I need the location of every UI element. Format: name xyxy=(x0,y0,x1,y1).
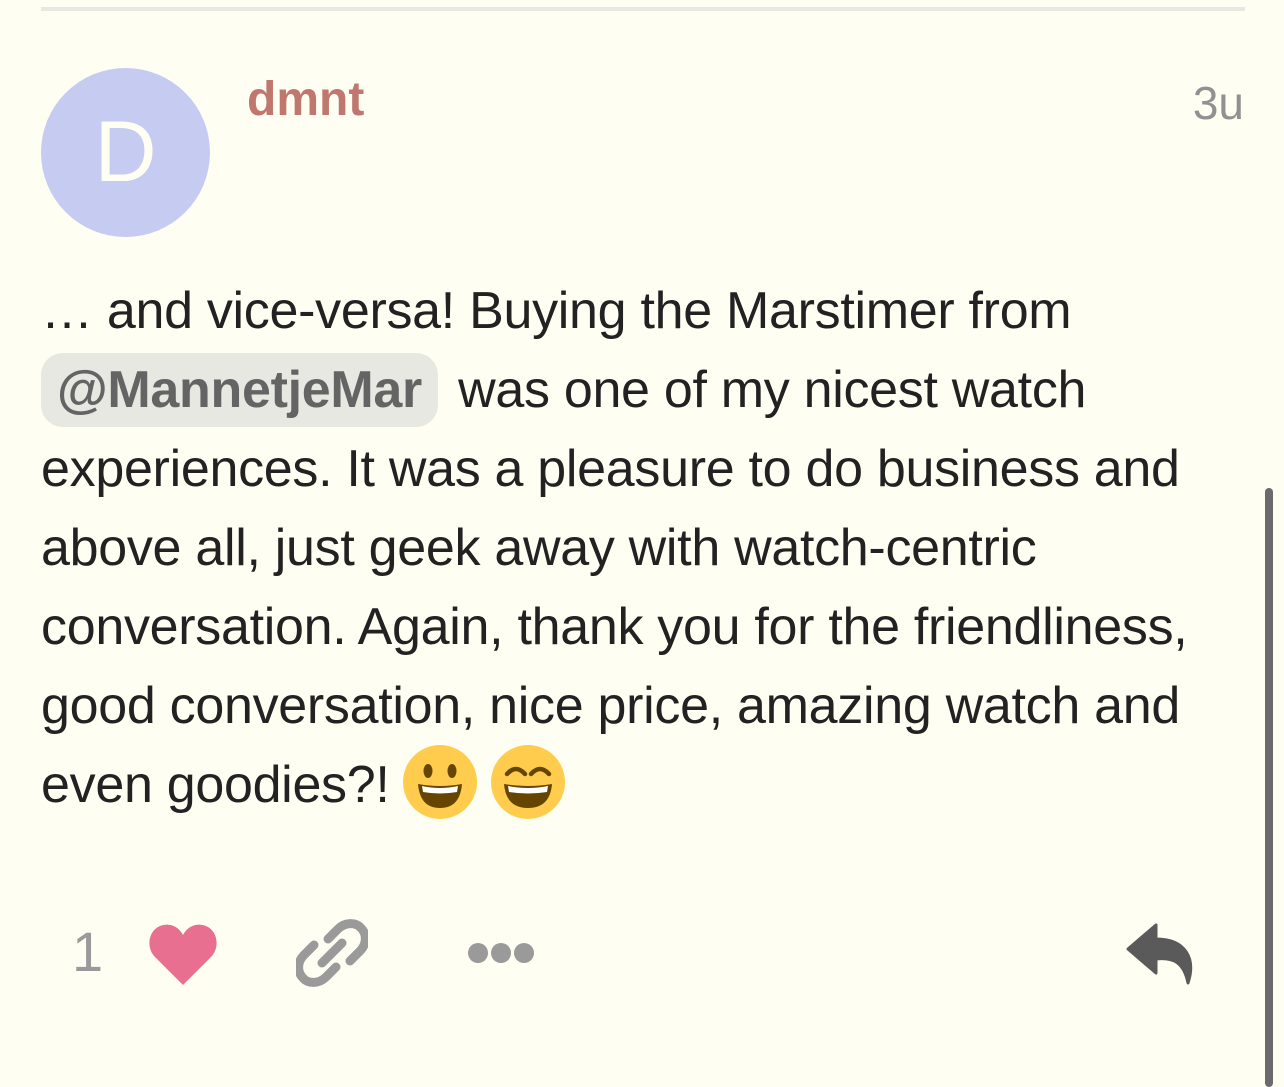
heart-icon[interactable] xyxy=(148,921,218,987)
smiley-emoji xyxy=(402,744,478,820)
post-text-before-mention: … and vice-versa! Buying the Marstimer f… xyxy=(41,282,1072,340)
post-username[interactable]: dmnt xyxy=(247,72,364,127)
link-icon[interactable] xyxy=(294,917,370,989)
post-divider xyxy=(41,7,1245,11)
user-mention[interactable]: @MannetjeMar xyxy=(41,353,438,427)
post-actions: 1 xyxy=(0,915,1284,995)
post-age[interactable]: 3u xyxy=(1193,76,1244,130)
ellipsis-icon[interactable] xyxy=(466,935,536,971)
reply-icon[interactable] xyxy=(1126,921,1198,987)
like-count[interactable]: 1 xyxy=(72,919,103,984)
avatar[interactable]: D xyxy=(41,68,210,237)
smile-emoji xyxy=(490,744,566,820)
avatar-initial: D xyxy=(94,104,157,200)
post-body: … and vice-versa! Buying the Marstimer f… xyxy=(41,272,1263,826)
post-text-after-mention: was one of my nicest watch experiences. … xyxy=(41,361,1188,814)
scrollbar[interactable] xyxy=(1265,488,1273,1087)
